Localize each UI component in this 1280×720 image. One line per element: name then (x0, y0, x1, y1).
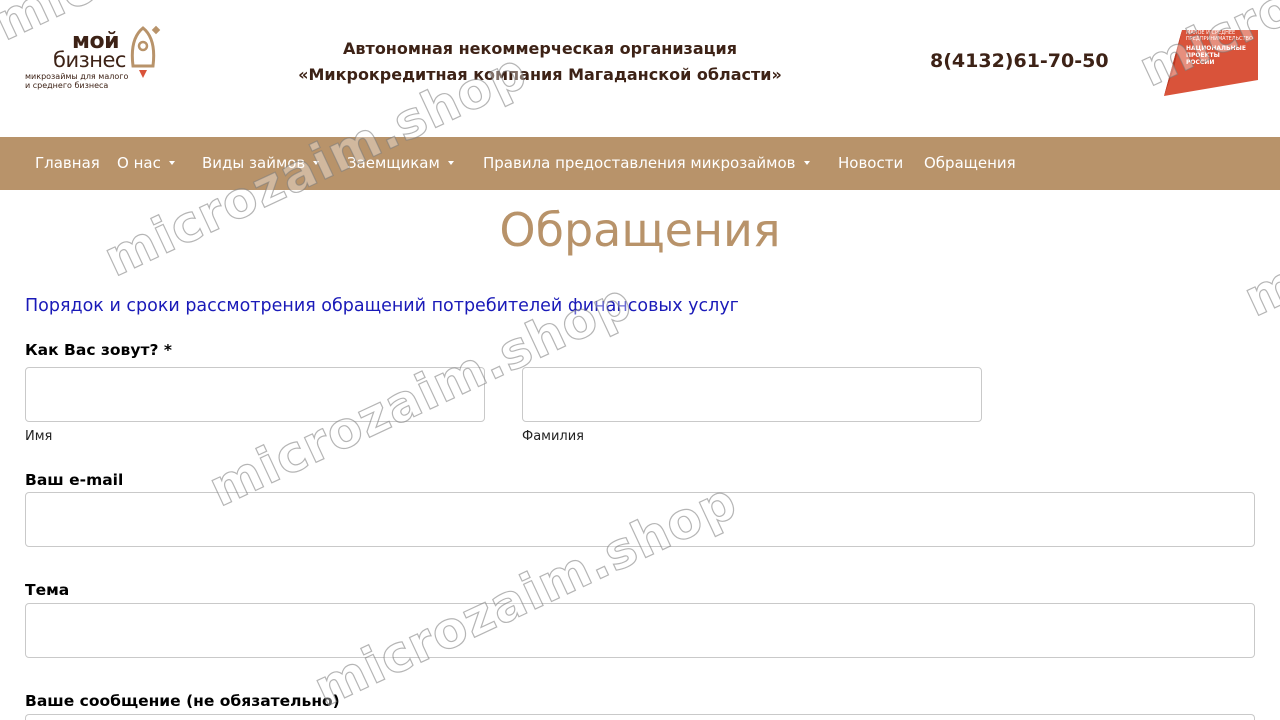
page-title: Обращения (499, 203, 781, 257)
name-field-label: Как Вас зовут? * (25, 341, 172, 359)
moy-biznes-logo[interactable]: мой бизнес микрозаймы для малого и средн… (25, 22, 165, 94)
nav-item-borrowers[interactable]: Заемщикам (347, 137, 454, 190)
subject-field-label: Тема (25, 581, 70, 599)
nav-item-label: Обращения (924, 154, 1016, 172)
nav-item-appeals[interactable]: Обращения (924, 137, 1016, 190)
nav-item-loan-types[interactable]: Виды займов (202, 137, 320, 190)
caret-down-icon (803, 160, 810, 165)
org-name-line2: «Микрокредитная компания Магаданской обл… (298, 65, 782, 84)
last-name-input[interactable] (522, 367, 982, 422)
nav-item-home[interactable]: Главная (35, 137, 100, 190)
nav-item-label: Главная (35, 154, 100, 172)
email-input[interactable] (25, 492, 1255, 547)
first-name-sublabel: Имя (25, 429, 53, 444)
nav-item-news[interactable]: Новости (838, 137, 903, 190)
rocket-icon (130, 25, 161, 78)
site-header: мой бизнес микрозаймы для малого и средн… (0, 0, 1280, 137)
nav-item-about[interactable]: О нас (117, 137, 175, 190)
caret-down-icon (313, 160, 320, 165)
email-field-label: Ваш e-mail (25, 471, 124, 489)
main-navigation: Главная О нас Виды займов Заемщикам Прав… (0, 137, 1280, 190)
first-name-input[interactable] (25, 367, 485, 422)
nav-item-loan-rules[interactable]: Правила предоставления микрозаймов (483, 137, 810, 190)
caret-down-icon (447, 160, 454, 165)
message-textarea[interactable] (25, 714, 1255, 720)
np-logo-text-main: НАЦИОНАЛЬНЫЕ ПРОЕКТЫ РОССИИ (1186, 45, 1246, 66)
org-name-line1: Автономная некоммерческая организация (343, 39, 737, 58)
logo-tagline: микрозаймы для малого и среднего бизнеса (25, 72, 129, 90)
phone-number[interactable]: 8(4132)61-70-50 (930, 50, 1109, 72)
organization-name: Автономная некоммерческая организация «М… (280, 36, 800, 88)
subject-input[interactable] (25, 603, 1255, 658)
nav-item-label: Новости (838, 154, 904, 172)
nav-item-label: Правила предоставления микрозаймов (483, 154, 796, 172)
logo-word-biznes: бизнес (53, 48, 126, 72)
nav-item-label: О нас (117, 154, 161, 172)
appeals-procedure-link[interactable]: Порядок и сроки рассмотрения обращений п… (25, 296, 739, 316)
caret-down-icon (168, 160, 175, 165)
nav-item-label: Виды займов (202, 154, 306, 172)
last-name-sublabel: Фамилия (522, 429, 584, 444)
message-field-label: Ваше сообщение (не обязательно) (25, 692, 340, 710)
national-projects-logo[interactable]: МАЛОЕ И СРЕДНЕЕ ПРЕДПРИНИМАТЕЛЬСТВО НАЦИ… (1162, 28, 1258, 102)
nav-item-label: Заемщикам (347, 154, 440, 172)
np-logo-text-small: МАЛОЕ И СРЕДНЕЕ ПРЕДПРИНИМАТЕЛЬСТВО (1186, 30, 1253, 42)
